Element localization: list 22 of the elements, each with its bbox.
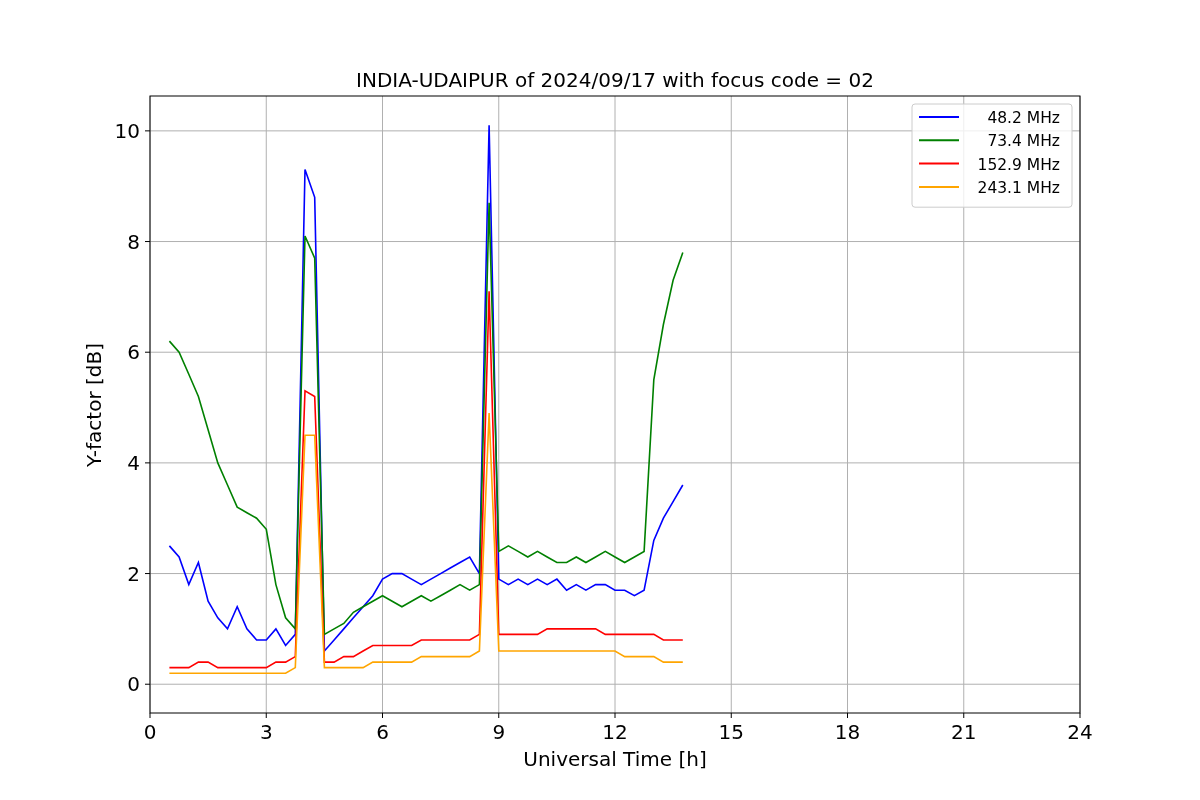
y-tick-label: 8 [127,229,140,254]
legend-label: 152.9 MHz [977,155,1060,174]
y-axis-label: Y-factor [dB] [82,343,106,467]
y-tick-label: 6 [127,340,140,365]
x-tick-label: 0 [143,720,157,744]
legend-label: 243.1 MHz [977,178,1060,197]
y-tick-label: 4 [127,450,140,475]
x-tick-label: 9 [492,720,506,744]
x-tick-label: 6 [376,720,389,744]
y-tick-label: 0 [127,672,140,697]
x-tick-label: 18 [834,720,861,744]
legend-label: 48.2 MHz [987,109,1060,127]
x-tick-label: 21 [951,720,977,744]
x-tick-label: 12 [602,720,628,744]
legend-label: 73.4 MHz [987,132,1060,151]
x-axis-label: Universal Time [h] [523,747,707,771]
y-tick-label: 2 [127,561,140,586]
y-tick-label: 10 [114,118,140,143]
chart-title: INDIA-UDAIPUR of 2024/09/17 with focus code = 02 [356,68,874,92]
x-tick-label: 15 [718,720,744,744]
x-tick-label: 24 [1067,720,1093,744]
x-tick-label: 3 [259,720,273,744]
